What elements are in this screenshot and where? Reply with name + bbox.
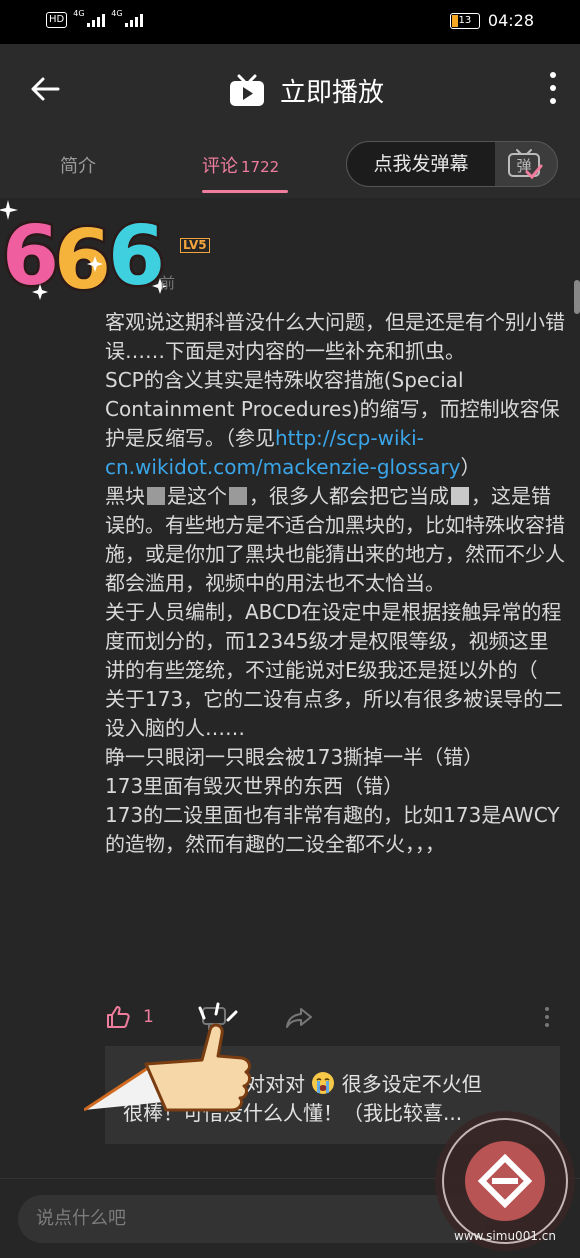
comment-text-span: ）: [460, 455, 481, 479]
signal-icon: 4G: [73, 9, 106, 27]
status-bar: HD 4G 4G 13 04:28: [0, 0, 580, 44]
comment-time: 前: [160, 274, 176, 292]
black-block-glyph: [147, 487, 165, 505]
watermark-text: www.simu001.cn: [454, 1229, 556, 1243]
comment-paragraph: 黑块 是这个 ，很多人都会把它当成 ，这是错误的。有些地方是不适合加黑块的，比如特殊收…: [105, 482, 565, 598]
comment-more-icon[interactable]: [543, 1006, 551, 1028]
comment-paragraph: 睁一只眼闭一只眼会被173撕掉一半（错）: [105, 745, 484, 769]
tab-comments-label: 评论: [202, 156, 238, 177]
thumbs-up-sticker-icon: [84, 1002, 252, 1112]
comment-text-span: ，很多人都会把它当成: [249, 484, 449, 508]
comment-text: 客观说这期科普没什么大问题，但是还是有个别小错误……下面是对内容的一些补充和抓虫…: [105, 308, 565, 859]
top-app-bar: 立即播放: [0, 44, 580, 134]
comment-input[interactable]: 说点什么吧: [18, 1195, 488, 1243]
tab-comments[interactable]: 评论 1722: [202, 152, 279, 178]
comment-text-span: 是这个: [167, 484, 227, 508]
comment-paragraph: 关于人员编制，ABCD在设定中是根据接触异常的程度而划分的，而12345级才是权…: [105, 600, 562, 682]
black-square-glyph: [451, 487, 469, 505]
reply-text-span: 很多设定不火但: [341, 1072, 482, 1096]
comment-text-span: 黑块: [105, 484, 145, 508]
share-icon[interactable]: [285, 1006, 313, 1030]
clock: 04:28: [487, 11, 534, 30]
status-right: 13 04:28: [449, 11, 534, 30]
reply-text-span: 对对对: [245, 1072, 305, 1096]
comment-paragraph: 客观说这期科普没什么大问题，但是还是有个别小错误……下面是对内容的一些补充和抓虫…: [105, 310, 565, 363]
battery-level: 13: [458, 14, 472, 26]
play-now-button[interactable]: 立即播放: [228, 72, 384, 109]
comments-count: 1722: [241, 158, 280, 176]
comment-paragraph: 173的二设里面也有非常有趣的，比如173是AWCY的造物，然而有趣的二设全都不…: [105, 803, 560, 856]
tab-intro[interactable]: 简介: [60, 152, 96, 178]
send-danmaku-button[interactable]: 点我发弹幕 弹: [346, 141, 558, 187]
sticker-digit-1: 6: [2, 209, 59, 304]
tab-active-indicator: [202, 190, 288, 193]
network-type-2: 4G: [111, 9, 123, 18]
comment-paragraph: SCP的含义其实是特殊收容措施(Special Containment Proc…: [105, 366, 565, 482]
network-type-1: 4G: [73, 9, 85, 18]
user-level-badge: LV5: [180, 238, 210, 253]
sticker-digit-2: 6: [54, 213, 111, 306]
hd-indicator: HD: [46, 12, 68, 28]
back-arrow-icon[interactable]: [28, 72, 62, 106]
battery-icon: 13: [449, 12, 480, 29]
comment-paragraph: 173里面有毁灭世界的东西（错）: [105, 774, 404, 798]
status-left: HD 4G 4G: [46, 9, 144, 28]
more-vertical-icon[interactable]: [548, 70, 558, 106]
send-danmaku-label: 点我发弹幕: [347, 142, 495, 186]
danmaku-toggle-icon[interactable]: 弹: [507, 148, 543, 180]
tv-play-icon: [230, 74, 264, 106]
page-title: 立即播放: [280, 78, 385, 108]
comment-paragraph: 关于173，它的二设有点多，所以有很多被误导的二设入脑的人……: [105, 687, 564, 740]
black-block-glyph: [229, 487, 247, 505]
sticker-666-image: 6 6 6: [0, 200, 168, 306]
crying-emoji-icon: [312, 1072, 335, 1094]
reply-text: 对对对 很多设定不火但 很棒！可惜没什么人懂！（我比较喜...: [123, 1070, 545, 1125]
site-watermark-seal: www.simu001.cn: [435, 1111, 575, 1251]
signal-icon: 4G: [111, 9, 144, 27]
scrollbar-thumb[interactable]: [574, 280, 580, 314]
sticker-digit-3: 6: [108, 209, 165, 304]
